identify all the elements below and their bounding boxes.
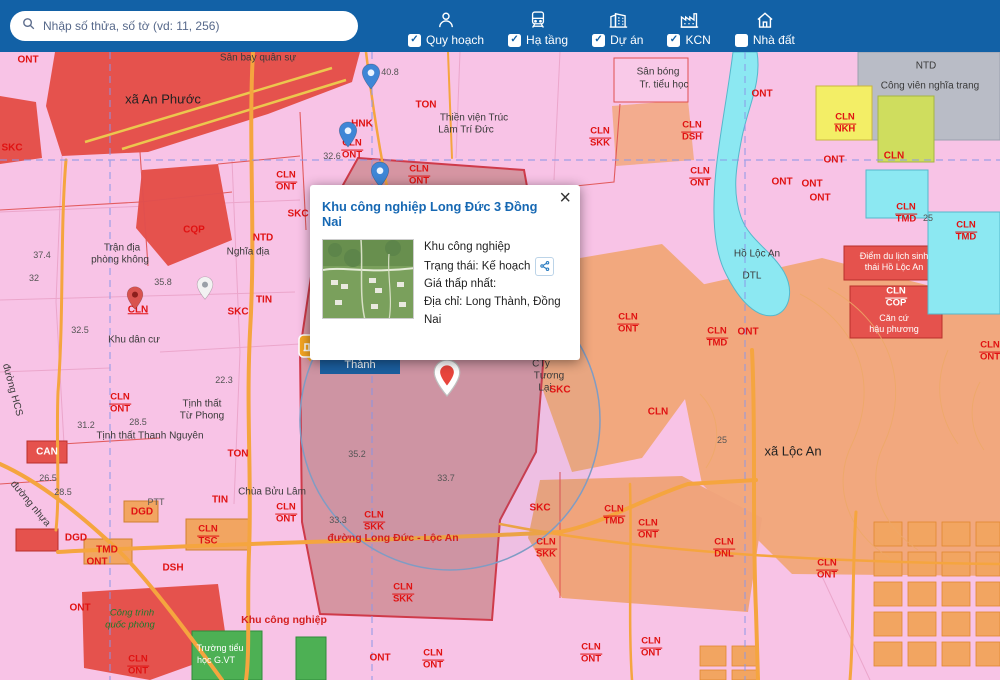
nav-item-ha-tang[interactable]: ✓ Hạ tầng	[508, 5, 568, 47]
checkbox-nha-dat[interactable]	[735, 34, 748, 47]
nav-item-kcn[interactable]: ✓ KCN	[667, 5, 710, 47]
nav-label: KCN	[685, 33, 710, 47]
nav-label: Dự án	[610, 33, 643, 47]
topbar-nav: ✓ Quy hoạch ✓ Hạ tầng ✓ Dự án ✓ KCN Nhà đất	[408, 5, 795, 47]
checkbox-kcn[interactable]: ✓	[667, 34, 680, 47]
popup-type: Khu công nghiệp	[424, 239, 566, 257]
checkbox-du-an[interactable]: ✓	[592, 34, 605, 47]
popup-thumbnail[interactable]	[322, 239, 414, 319]
map-markers-layer	[0, 52, 1000, 680]
share-button[interactable]	[535, 257, 554, 276]
nav-item-quy-hoach[interactable]: ✓ Quy hoạch	[408, 5, 484, 47]
house-icon	[755, 9, 775, 30]
search-icon	[21, 16, 36, 36]
address-label: Địa chỉ:	[424, 296, 462, 308]
factory-icon	[679, 9, 699, 30]
nav-label: Hạ tầng	[526, 33, 568, 47]
info-popup: × Khu công nghiệp Long Đức 3 Đồng Nai	[310, 185, 580, 360]
search-box[interactable]	[10, 11, 358, 41]
blue-pin-marker[interactable]	[361, 63, 381, 95]
popup-status-line: Trạng thái: Kế hoạch	[424, 257, 566, 276]
popup-close-button[interactable]: ×	[559, 187, 571, 210]
map-canvas[interactable]: ONTSân bay quân sựxã An PhướcSKC40.8TONH…	[0, 52, 1000, 680]
topbar: ✓ Quy hoạch ✓ Hạ tầng ✓ Dự án ✓ KCN Nhà đất	[0, 0, 1000, 52]
app-window: ✓ Quy hoạch ✓ Hạ tầng ✓ Dự án ✓ KCN Nhà đất	[0, 0, 1000, 680]
checkbox-ha-tang[interactable]: ✓	[508, 34, 521, 47]
main-pin-marker[interactable]	[432, 359, 462, 402]
nav-label: Quy hoạch	[426, 33, 484, 47]
blue-pin-marker[interactable]	[338, 121, 358, 153]
red-pin-marker[interactable]	[126, 286, 144, 315]
white-pin-marker[interactable]	[196, 276, 214, 305]
buildings-icon	[608, 9, 628, 30]
checkbox-quy-hoach[interactable]: ✓	[408, 34, 421, 47]
status-label: Trạng thái:	[424, 260, 479, 272]
status-value: Kế hoạch	[482, 260, 531, 272]
nav-item-nha-dat[interactable]: Nhà đất	[735, 5, 795, 47]
search-input[interactable]	[43, 19, 347, 33]
train-icon	[528, 9, 548, 30]
popup-price-label: Giá thấp nhất:	[424, 276, 566, 294]
popup-address-line: Địa chỉ: Long Thành, Đồng Nai	[424, 294, 566, 330]
person-icon	[436, 9, 456, 30]
nav-item-du-an[interactable]: ✓ Dự án	[592, 5, 643, 47]
popup-title[interactable]: Khu công nghiệp Long Đức 3 Đồng Nai	[322, 199, 566, 229]
nav-label: Nhà đất	[753, 33, 795, 47]
